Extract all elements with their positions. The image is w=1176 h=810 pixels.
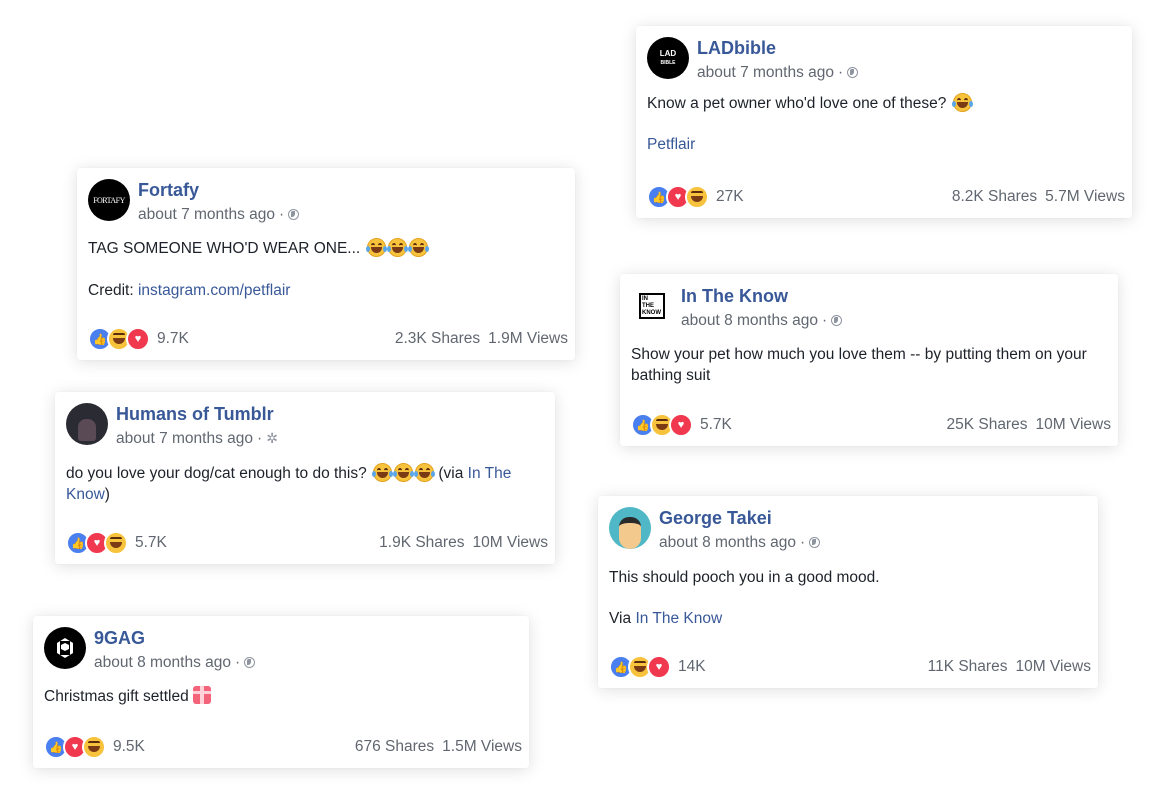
post-footer: 👍 ♥ 5.7K 25K Shares 10M Views — [631, 413, 1111, 437]
timestamp[interactable]: about 8 months ago — [659, 534, 796, 551]
post-card-9gag: 9GAG about 8 months ago · Christmas gift … — [33, 616, 529, 768]
post-card-humans-of-tumblr: Humans of Tumblr about 7 months ago · ✲ do… — [55, 392, 555, 564]
shares-count[interactable]: 2.3K Shares — [395, 330, 480, 347]
shares-count[interactable]: 25K Shares — [946, 416, 1027, 433]
tears-of-joy-emoji-icon — [414, 463, 436, 482]
credit-line: Credit: instagram.com/petflair — [88, 282, 291, 299]
post-card-george-takei: George Takei about 8 months ago · This sh… — [598, 496, 1098, 688]
timestamp[interactable]: about 7 months ago — [138, 206, 275, 223]
page-name[interactable]: 9GAG — [94, 628, 145, 649]
post-text: do you love your dog/cat enough to do th… — [66, 463, 512, 503]
post-text: Know a pet owner who'd love one of these… — [647, 93, 1120, 114]
tears-of-joy-emoji-icon — [951, 93, 973, 112]
post-link-line: Petflair — [647, 134, 1120, 155]
page-name[interactable]: In The Know — [681, 286, 788, 307]
reactions[interactable]: 👍 ♥ — [66, 531, 128, 555]
gear-icon: ✲ — [266, 430, 278, 446]
globe-icon — [831, 315, 843, 326]
reactions-count[interactable]: 5.7K — [135, 534, 167, 552]
post-stats: 2.3K Shares 1.9M Views — [395, 330, 568, 348]
globe-icon — [288, 209, 300, 220]
reactions[interactable]: 👍 ♥ — [88, 327, 150, 351]
timestamp[interactable]: about 8 months ago — [94, 654, 231, 671]
post-meta: about 8 months ago · — [681, 312, 843, 330]
globe-icon — [809, 537, 821, 548]
post-footer: 👍 ♥ 5.7K 1.9K Shares 10M Views — [66, 531, 548, 555]
views-count: 5.7M Views — [1045, 188, 1125, 205]
haha-reaction-icon — [82, 735, 106, 759]
views-count: 10M Views — [472, 534, 548, 551]
reactions-count[interactable]: 9.5K — [113, 738, 145, 756]
love-reaction-icon: ♥ — [126, 327, 150, 351]
post-meta: about 7 months ago · — [138, 206, 300, 224]
post-text: This should pooch you in a good mood. — [609, 569, 880, 586]
post-card-ladbible: LAD BIBLE LADbible about 7 months ago · Kn… — [636, 26, 1132, 218]
tears-of-joy-emoji-icon — [372, 463, 394, 482]
reactions[interactable]: 👍 ♥ — [609, 655, 671, 679]
globe-icon — [244, 657, 256, 668]
post-text: Show your pet how much you love them -- … — [631, 346, 1087, 384]
credit-link[interactable]: instagram.com/petflair — [138, 282, 290, 299]
post-meta: about 7 months ago · — [697, 64, 859, 82]
views-count: 10M Views — [1035, 416, 1111, 433]
page-name[interactable]: LADbible — [697, 38, 776, 59]
post-stats: 1.9K Shares 10M Views — [379, 534, 548, 552]
timestamp[interactable]: about 7 months ago — [116, 430, 253, 447]
post-meta: about 8 months ago · — [94, 654, 256, 672]
post-stats: 25K Shares 10M Views — [946, 416, 1111, 434]
post-stats: 11K Shares 10M Views — [928, 658, 1091, 676]
post-text: TAG SOMEONE WHO'D WEAR ONE... — [88, 238, 563, 259]
reactions-count[interactable]: 14K — [678, 658, 706, 676]
shares-count[interactable]: 8.2K Shares — [952, 188, 1037, 205]
post-text: Christmas gift settled — [44, 686, 517, 707]
gift-emoji-icon — [192, 686, 211, 704]
timestamp[interactable]: about 8 months ago — [681, 312, 818, 329]
views-count: 10M Views — [1015, 658, 1091, 675]
post-meta: about 8 months ago · — [659, 534, 821, 552]
page-name[interactable]: Fortafy — [138, 180, 199, 201]
via-line: Via In The Know — [609, 610, 723, 627]
post-footer: 👍 ♥ 27K 8.2K Shares 5.7M Views — [647, 185, 1125, 209]
post-meta: about 7 months ago · ✲ — [116, 430, 278, 447]
shares-count[interactable]: 676 Shares — [355, 738, 434, 755]
reactions-count[interactable]: 5.7K — [700, 416, 732, 434]
post-footer: 👍 ♥ 14K 11K Shares 10M Views — [609, 655, 1091, 679]
page-name[interactable]: George Takei — [659, 508, 772, 529]
reactions-count[interactable]: 9.7K — [157, 330, 189, 348]
reactions[interactable]: 👍 ♥ — [631, 413, 693, 437]
9gag-avatar[interactable] — [44, 627, 86, 669]
fortafy-avatar[interactable]: FORTAFY — [88, 179, 130, 221]
reactions[interactable]: 👍 ♥ — [647, 185, 709, 209]
in-the-know-avatar[interactable]: IN THE KNOW — [631, 285, 673, 327]
tears-of-joy-emoji-icon — [393, 463, 415, 482]
reactions[interactable]: 👍 ♥ — [44, 735, 106, 759]
george-takei-avatar[interactable] — [609, 507, 651, 549]
haha-reaction-icon — [104, 531, 128, 555]
globe-icon — [847, 67, 859, 78]
post-footer: 👍 ♥ 9.5K 676 Shares 1.5M Views — [44, 735, 522, 759]
timestamp[interactable]: about 7 months ago — [697, 64, 834, 81]
ladbible-avatar[interactable]: LAD BIBLE — [647, 37, 689, 79]
humans-of-tumblr-avatar[interactable] — [66, 403, 108, 445]
tears-of-joy-emoji-icon — [365, 238, 387, 257]
tears-of-joy-emoji-icon — [407, 238, 429, 257]
post-stats: 676 Shares 1.5M Views — [355, 738, 522, 756]
tears-of-joy-emoji-icon — [386, 238, 408, 257]
petflair-link[interactable]: Petflair — [647, 136, 695, 153]
reactions-count[interactable]: 27K — [716, 188, 744, 206]
shares-count[interactable]: 11K Shares — [928, 658, 1008, 675]
love-reaction-icon: ♥ — [669, 413, 693, 437]
post-card-in-the-know: IN THE KNOW In The Know about 8 months ago… — [620, 274, 1118, 446]
post-stats: 8.2K Shares 5.7M Views — [952, 188, 1125, 206]
haha-reaction-icon — [685, 185, 709, 209]
shares-count[interactable]: 1.9K Shares — [379, 534, 464, 551]
views-count: 1.9M Views — [488, 330, 568, 347]
page-name[interactable]: Humans of Tumblr — [116, 404, 274, 425]
in-the-know-link[interactable]: In The Know — [635, 610, 722, 627]
views-count: 1.5M Views — [442, 738, 522, 755]
love-reaction-icon: ♥ — [647, 655, 671, 679]
post-footer: 👍 ♥ 9.7K 2.3K Shares 1.9M Views — [88, 327, 568, 351]
post-card-fortafy: FORTAFY Fortafy about 7 months ago · TAG … — [77, 168, 575, 360]
